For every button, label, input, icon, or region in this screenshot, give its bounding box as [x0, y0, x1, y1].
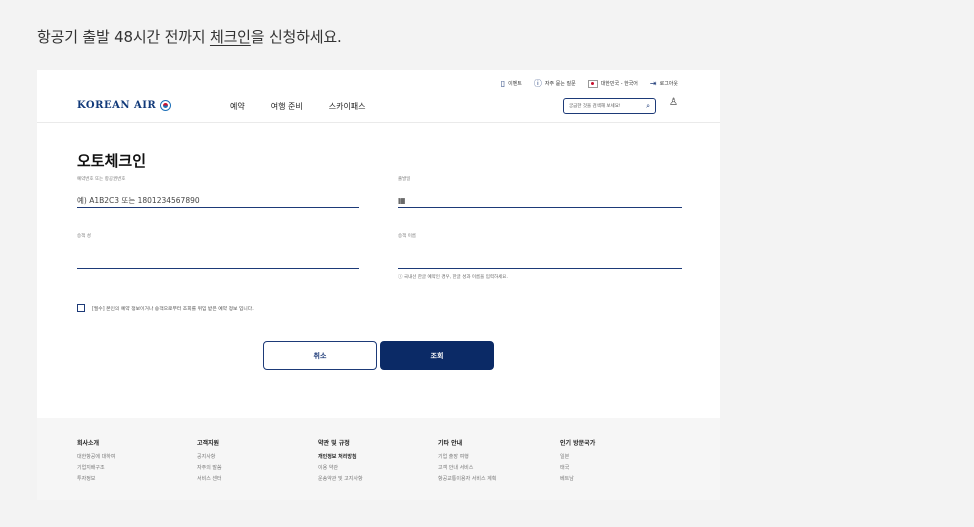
footer: 회사소개 대한항공에 대하여 기업지배구조 투자정보 고객지원 공지사항 자주의… [37, 418, 720, 500]
name-hint: ⓘ 국내선 한글 예약인 경우, 한글 성과 이름을 입력하세요. [398, 275, 508, 280]
search-placeholder: 궁금한 것을 검색해 보세요! [569, 104, 621, 109]
utility-bar: ▯ 이벤트 ⓘ 자주 묻는 질문 대한민국 - 한국어 ⇥ 로그아웃 [501, 78, 678, 89]
user-icon[interactable]: ♙ [669, 97, 678, 108]
departure-date-label: 출발일 [398, 177, 411, 182]
taegeuk-emblem-icon [160, 100, 172, 111]
booking-number-placeholder: 예) A1B2C3 또는 1801234567890 [77, 195, 200, 205]
footer-link[interactable]: 기업 출장 여행 [438, 452, 496, 463]
givenname-label: 승객 이름 [398, 234, 416, 239]
footer-link[interactable]: 기업지배구조 [77, 463, 115, 474]
submit-button[interactable]: 조회 [380, 341, 494, 370]
footer-link[interactable]: 이용 약관 [318, 463, 363, 474]
utility-event-label: 이벤트 [508, 81, 522, 87]
search-icon[interactable]: ⌕ [646, 102, 650, 111]
help-circle-icon: ⓘ [533, 79, 542, 88]
utility-logout[interactable]: ⇥ 로그아웃 [650, 79, 678, 88]
departure-date-input[interactable]: ▦ [398, 193, 682, 208]
footer-link[interactable]: 투자정보 [77, 474, 115, 485]
utility-event[interactable]: ▯ 이벤트 [501, 79, 522, 88]
consent-checkbox-row[interactable]: [필수] 본인의 예약 정보이거나 승객으로부터 조회를 위임 받은 예약 정보… [77, 304, 254, 312]
footer-link[interactable]: 일본 [560, 452, 595, 463]
footer-col-terms: 약관 및 규정 개인정보 처리방침 이용 약관 운송약관 및 고지사항 [318, 438, 363, 485]
footer-heading: 고객지원 [197, 440, 220, 447]
calendar-icon: ▯ [500, 79, 506, 88]
footer-link[interactable]: 서비스 센터 [197, 474, 222, 485]
footer-link[interactable]: 태국 [560, 463, 595, 474]
footer-heading: 약관 및 규정 [318, 440, 350, 447]
nav-item-skypass[interactable]: 스카이패스 [329, 101, 366, 112]
intro-prefix: 항공기 출발 48시간 전까지 [37, 28, 210, 46]
consent-label: [필수] 본인의 예약 정보이거나 승객으로부터 조회를 위임 받은 예약 정보… [92, 306, 254, 312]
nav-item-travel-prep[interactable]: 여행 준비 [271, 101, 303, 112]
intro-text: 항공기 출발 48시간 전까지 체크인을 신청하세요. [37, 26, 342, 47]
flag-icon [587, 79, 598, 88]
footer-heading: 기타 안내 [438, 440, 463, 447]
search-box[interactable]: 궁금한 것을 검색해 보세요! ⌕ [563, 98, 656, 114]
footer-link[interactable]: 고객 안내 서비스 [438, 463, 496, 474]
footer-link[interactable]: 개인정보 처리방침 [318, 452, 363, 463]
page-title: 오토체크인 [77, 152, 147, 170]
utility-logout-label: 로그아웃 [659, 81, 678, 87]
nav-item-reservation[interactable]: 예약 [230, 101, 245, 112]
logo-text: KOREAN AIR [77, 100, 157, 111]
footer-col-support: 고객지원 공지사항 자주의 말씀 서비스 센터 [197, 438, 222, 485]
logo[interactable]: KOREAN AIR [77, 100, 172, 111]
surname-input[interactable] [77, 254, 359, 269]
main-nav: 예약 여행 준비 스카이패스 [230, 101, 366, 112]
utility-region-label: 대한민국 - 한국어 [600, 81, 638, 87]
nav-divider [37, 122, 720, 123]
footer-link[interactable]: 베트남 [560, 474, 595, 485]
utility-region[interactable]: 대한민국 - 한국어 [587, 79, 638, 88]
booking-number-label: 예약번호 또는 항공권번호 [77, 177, 126, 182]
footer-link[interactable]: 운송약관 및 고지사항 [318, 474, 363, 485]
givenname-input[interactable] [398, 254, 682, 269]
intro-suffix: 을 신청하세요. [250, 28, 342, 46]
surname-label: 승객 성 [77, 234, 91, 239]
utility-faq-label: 자주 묻는 질문 [544, 81, 576, 87]
cancel-button[interactable]: 취소 [263, 341, 377, 370]
footer-col-company: 회사소개 대한항공에 대하여 기업지배구조 투자정보 [77, 438, 115, 485]
footer-heading: 인기 방문국가 [560, 440, 596, 447]
embedded-page: ▯ 이벤트 ⓘ 자주 묻는 질문 대한민국 - 한국어 ⇥ 로그아웃 KOREAN A… [37, 70, 720, 418]
logout-icon: ⇥ [649, 79, 657, 88]
footer-link[interactable]: 자주의 말씀 [197, 463, 222, 474]
calendar-icon[interactable]: ▦ [398, 196, 406, 205]
consent-checkbox[interactable] [77, 304, 85, 312]
footer-col-popular: 인기 방문국가 일본 태국 베트남 [560, 438, 595, 485]
checkin-link[interactable]: 체크인 [210, 28, 251, 46]
footer-heading: 회사소개 [77, 440, 100, 447]
footer-col-etc: 기타 안내 기업 출장 여행 고객 안내 서비스 항공교통이용자 서비스 계획 [438, 438, 496, 485]
footer-link[interactable]: 공지사항 [197, 452, 222, 463]
footer-link[interactable]: 항공교통이용자 서비스 계획 [438, 474, 496, 485]
utility-faq[interactable]: ⓘ 자주 묻는 질문 [534, 78, 576, 89]
footer-link[interactable]: 대한항공에 대하여 [77, 452, 115, 463]
booking-number-input[interactable]: 예) A1B2C3 또는 1801234567890 [77, 193, 359, 208]
